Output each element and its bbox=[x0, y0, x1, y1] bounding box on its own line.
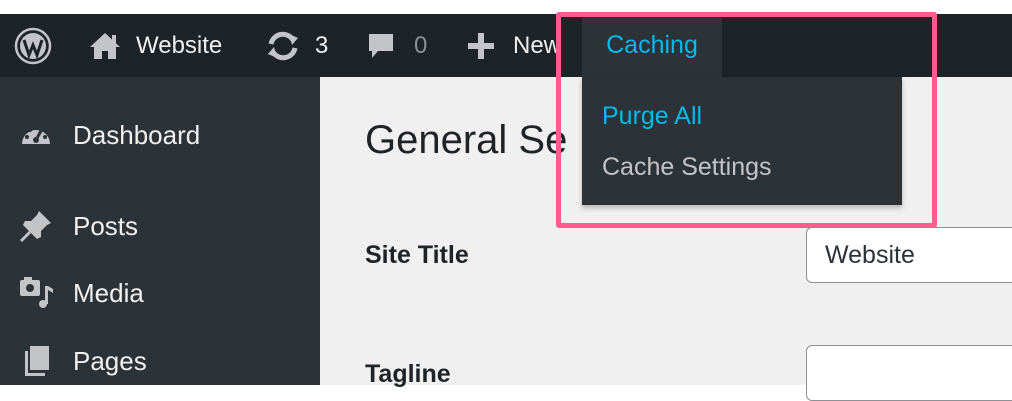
comments-link[interactable]: 0 bbox=[366, 14, 427, 77]
page-title: General Se bbox=[365, 118, 568, 162]
sidebar-item-label: Pages bbox=[73, 345, 147, 376]
wordpress-logo-button[interactable] bbox=[14, 14, 52, 77]
home-icon bbox=[90, 32, 120, 59]
sidebar-item-posts[interactable]: Posts bbox=[0, 201, 320, 251]
media-icon bbox=[18, 275, 54, 311]
comments-count: 0 bbox=[414, 31, 428, 59]
wordpress-logo-icon bbox=[14, 27, 52, 64]
new-label: New bbox=[513, 31, 562, 59]
plus-icon bbox=[468, 32, 494, 59]
sidebar-item-pages[interactable]: Pages bbox=[0, 336, 320, 386]
dashboard-icon bbox=[18, 117, 54, 153]
updates-link[interactable]: 3 bbox=[265, 14, 328, 77]
tagline-input[interactable] bbox=[806, 345, 1012, 401]
new-content-link[interactable]: New bbox=[466, 14, 561, 77]
sidebar-item-label: Media bbox=[73, 277, 144, 308]
pushpin-icon bbox=[18, 208, 54, 244]
pages-icon bbox=[18, 343, 54, 379]
admin-sidebar: Dashboard Posts Media Pages bbox=[0, 77, 320, 385]
updates-icon bbox=[268, 31, 298, 60]
site-name-link[interactable]: Website bbox=[88, 14, 222, 77]
site-title-label: Site Title bbox=[365, 241, 469, 269]
site-title-input[interactable]: Website bbox=[806, 227, 1012, 283]
sidebar-item-label: Posts bbox=[73, 210, 139, 241]
comment-icon bbox=[369, 33, 393, 58]
updates-count: 3 bbox=[315, 31, 329, 59]
site-name-label: Website bbox=[136, 31, 223, 59]
sidebar-item-label: Dashboard bbox=[73, 119, 201, 150]
sidebar-item-dashboard[interactable]: Dashboard bbox=[0, 110, 320, 160]
sidebar-item-media[interactable]: Media bbox=[0, 268, 320, 318]
highlight-box bbox=[556, 12, 937, 228]
